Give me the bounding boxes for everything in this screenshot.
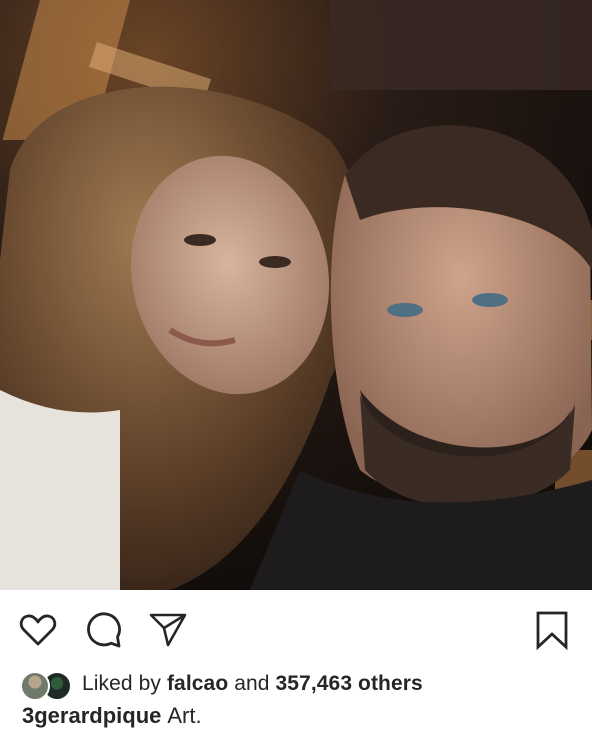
likes-summary: Liked by falcao and 357,463 others	[20, 668, 423, 701]
post-photo[interactable]	[0, 0, 592, 590]
likes-connector: and	[234, 672, 270, 695]
share-paper-plane-icon[interactable]	[148, 610, 188, 650]
caption-text: Art.	[167, 703, 202, 728]
save-bookmark-icon[interactable]	[532, 610, 572, 650]
liker-avatars[interactable]	[20, 669, 78, 701]
likes-others-link[interactable]: 357,463 others	[275, 672, 422, 695]
like-heart-icon[interactable]	[18, 610, 58, 650]
photo-illustration	[0, 0, 592, 590]
avatar	[20, 671, 50, 701]
comment-bubble-icon[interactable]	[84, 610, 124, 650]
likes-text: Liked by falcao and 357,463 others	[82, 672, 423, 696]
caption-username-link[interactable]: 3gerardpique	[22, 703, 161, 728]
likes-prefix: Liked by	[82, 672, 162, 695]
liker-username-link[interactable]: falcao	[167, 672, 228, 695]
post-caption: 3gerardpique Art.	[22, 703, 202, 729]
post-action-bar	[0, 590, 592, 668]
